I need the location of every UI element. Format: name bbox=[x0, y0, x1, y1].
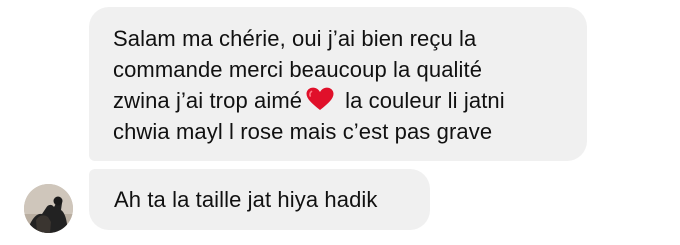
message-line-part: zwina j’ai trop aimé bbox=[113, 88, 303, 113]
message-line-part: la couleur li jatni bbox=[345, 88, 505, 113]
message-bubble[interactable]: Ah ta la taille jat hiya hadik bbox=[89, 169, 430, 230]
profile-photo-icon bbox=[24, 184, 73, 233]
message-text: Salam ma chérie, oui j’ai bien reçu la c… bbox=[113, 23, 593, 147]
message-line-with-emoji: zwina j’ai trop aimé la couleur li jatni bbox=[113, 85, 593, 116]
red-heart-icon bbox=[306, 87, 334, 111]
message-line: chwia mayl l rose mais c’est pas grave bbox=[113, 119, 493, 144]
message-text: Ah ta la taille jat hiya hadik bbox=[114, 187, 378, 212]
avatar[interactable] bbox=[24, 184, 73, 233]
message-bubble[interactable]: Salam ma chérie, oui j’ai bien reçu la c… bbox=[89, 7, 587, 161]
message-line: Salam ma chérie, oui j’ai bien reçu la bbox=[113, 26, 477, 51]
message-line: commande merci beaucoup la qualité bbox=[113, 57, 483, 82]
chat-thread: Salam ma chérie, oui j’ai bien reçu la c… bbox=[0, 0, 680, 245]
